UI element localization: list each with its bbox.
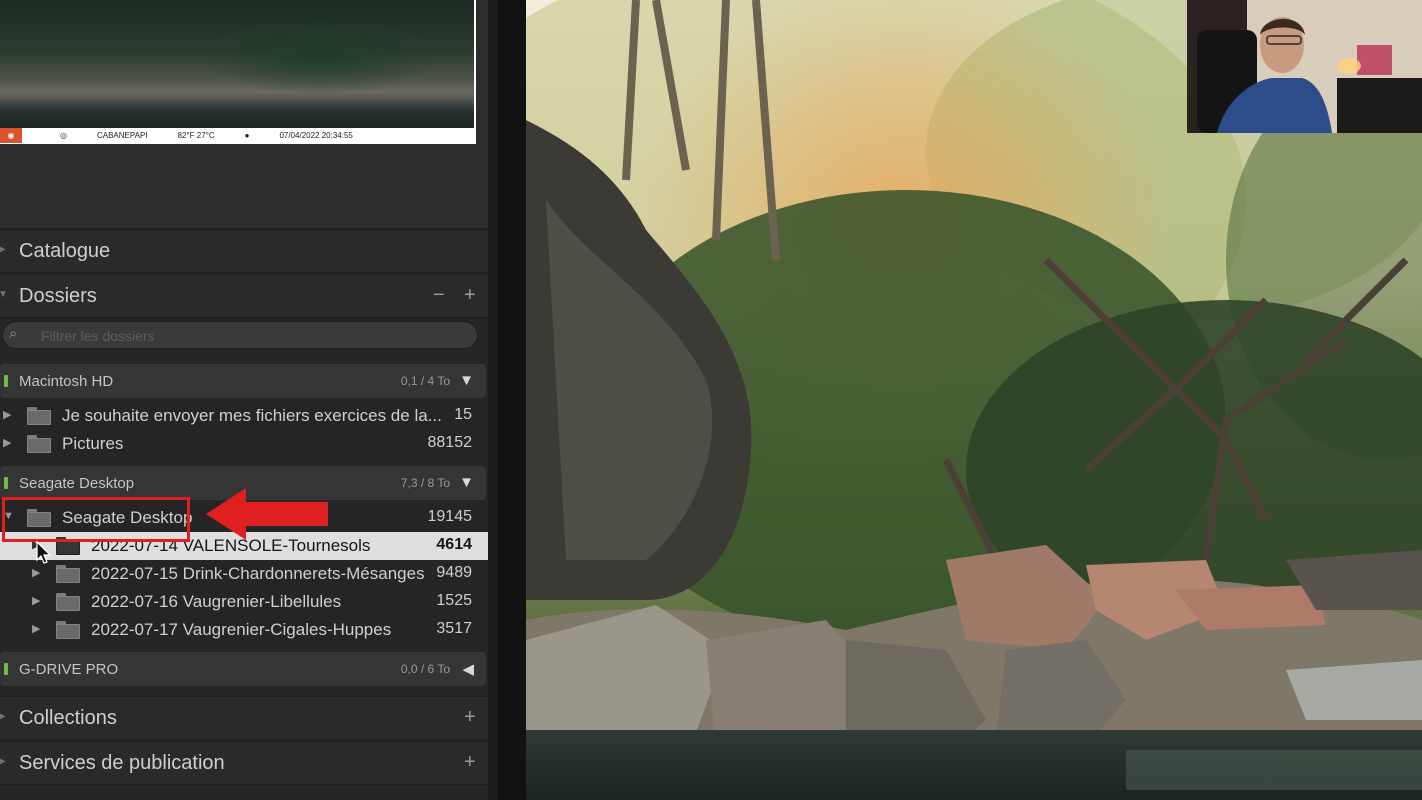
volume-space: 0,1 / 4 To <box>400 374 450 388</box>
volume-status-indicator <box>4 477 8 489</box>
folder-icon <box>27 407 51 425</box>
folder-label: 2022-07-16 Vaugrenier-Libellules <box>91 592 342 611</box>
catalogue-title: Catalogue <box>19 240 111 262</box>
volume-chevron-icon[interactable]: ▼ <box>459 372 474 389</box>
panel-toggle-icon[interactable]: ▶ <box>0 756 6 767</box>
expand-icon[interactable]: ▶ <box>32 594 40 607</box>
folder-icon <box>56 621 80 639</box>
volume-macintosh-hd[interactable]: Macintosh HD 0,1 / 4 To ▼ <box>0 364 486 398</box>
panel-scrollbar-track[interactable] <box>488 0 498 800</box>
folder-count: 88152 <box>427 434 473 451</box>
mouse-cursor-icon <box>36 541 52 564</box>
stamp-datetime: 07/04/2022 20:34:55 <box>279 131 353 140</box>
stamp-icon: ◎ <box>60 131 67 140</box>
panel-divider[interactable] <box>498 0 526 800</box>
volume-status-indicator <box>4 375 8 387</box>
expand-icon[interactable]: ▶ <box>32 566 40 579</box>
folder-icon <box>27 435 51 453</box>
collections-title: Collections <box>19 707 117 729</box>
search-icon[interactable]: ⌕ <box>9 325 17 342</box>
volume-name: Seagate Desktop <box>19 475 135 492</box>
expand-icon[interactable]: ▶ <box>32 622 40 635</box>
folder-count: 19145 <box>427 508 473 525</box>
volume-space: 0,0 / 6 To <box>400 662 450 676</box>
add-folder-button[interactable]: + <box>464 284 476 307</box>
stamp-temp: 82°F 27°C <box>177 131 215 140</box>
volume-status-indicator <box>4 663 8 675</box>
webcam-overlay <box>1187 0 1422 133</box>
publication-panel-header[interactable]: ▶ Services de publication + <box>0 741 488 785</box>
folder-search-input[interactable] <box>39 325 463 347</box>
folder-label: Je souhaite envoyer mes fichiers exercic… <box>62 406 442 425</box>
add-collection-button[interactable]: + <box>464 706 476 729</box>
catalogue-panel-header[interactable]: ▶ Catalogue <box>0 229 488 273</box>
presenter-video-image <box>1187 0 1422 133</box>
folder-row[interactable]: ▶ Je souhaite envoyer mes fichiers exerc… <box>0 402 488 430</box>
expand-icon[interactable]: ▶ <box>3 408 11 421</box>
annotation-highlight-box <box>2 497 190 542</box>
folder-row[interactable]: ▶ 2022-07-15 Drink-Chardonnerets-Mésange… <box>0 560 488 588</box>
folder-count: 9489 <box>436 564 472 581</box>
stamp-camera: CABANEPAPI <box>96 131 148 140</box>
add-publish-service-button[interactable]: + <box>464 751 476 774</box>
folder-row[interactable]: ▶ Pictures 88152 <box>0 430 488 458</box>
navigator-thumbnail[interactable]: ◉ ◎ CABANEPAPI 82°F 27°C ● 07/04/2022 20… <box>0 0 476 144</box>
remove-folder-button[interactable]: − <box>433 284 445 307</box>
annotation-arrow-icon <box>206 488 328 540</box>
panel-toggle-icon[interactable]: ▶ <box>0 711 6 722</box>
folder-count: 3517 <box>436 620 472 637</box>
volume-chevron-icon[interactable]: ▼ <box>459 474 474 491</box>
folder-label: 2022-07-17 Vaugrenier-Cigales-Huppes <box>91 620 392 639</box>
camera-stamp: ◉ ◎ CABANEPAPI 82°F 27°C ● 07/04/2022 20… <box>0 128 474 143</box>
volume-g-drive-pro[interactable]: G-DRIVE PRO 0,0 / 6 To ◀ <box>0 652 486 686</box>
panel-toggle-icon[interactable]: ▼ <box>0 289 8 300</box>
folder-label: Pictures <box>62 434 124 453</box>
folder-row[interactable]: ▶ 2022-07-16 Vaugrenier-Libellules 1525 <box>0 588 488 616</box>
dossiers-panel-header[interactable]: ▼ Dossiers − + <box>0 274 488 318</box>
stamp-moon-icon: ● <box>244 131 250 140</box>
folder-count: 1525 <box>436 592 472 609</box>
publication-title: Services de publication <box>19 752 225 774</box>
volume-chevron-icon[interactable]: ◀ <box>462 660 474 678</box>
folder-search[interactable]: ⌕ <box>2 321 478 349</box>
folder-row[interactable]: ▶ 2022-07-17 Vaugrenier-Cigales-Huppes 3… <box>0 616 488 644</box>
bushnell-logo: ◉ <box>0 128 22 143</box>
panel-toggle-icon[interactable]: ▶ <box>0 244 6 255</box>
volume-space: 7,3 / 8 To <box>400 476 450 490</box>
expand-icon[interactable]: ▶ <box>3 436 11 449</box>
collections-panel-header[interactable]: ▶ Collections + <box>0 696 488 740</box>
folder-icon <box>56 593 80 611</box>
folder-icon <box>56 565 80 583</box>
left-panel: ◉ ◎ CABANEPAPI 82°F 27°C ● 07/04/2022 20… <box>0 0 498 800</box>
dossiers-title: Dossiers <box>19 285 97 307</box>
volume-name: G-DRIVE PRO <box>19 661 119 678</box>
folder-count: 15 <box>454 406 472 423</box>
volume-name: Macintosh HD <box>19 373 114 390</box>
navigator-panel: ◉ ◎ CABANEPAPI 82°F 27°C ● 07/04/2022 20… <box>0 0 488 228</box>
folder-count: 4614 <box>436 536 472 553</box>
navigator-preview-image <box>0 0 474 128</box>
folder-label: 2022-07-15 Drink-Chardonnerets-Mésanges <box>91 564 425 583</box>
